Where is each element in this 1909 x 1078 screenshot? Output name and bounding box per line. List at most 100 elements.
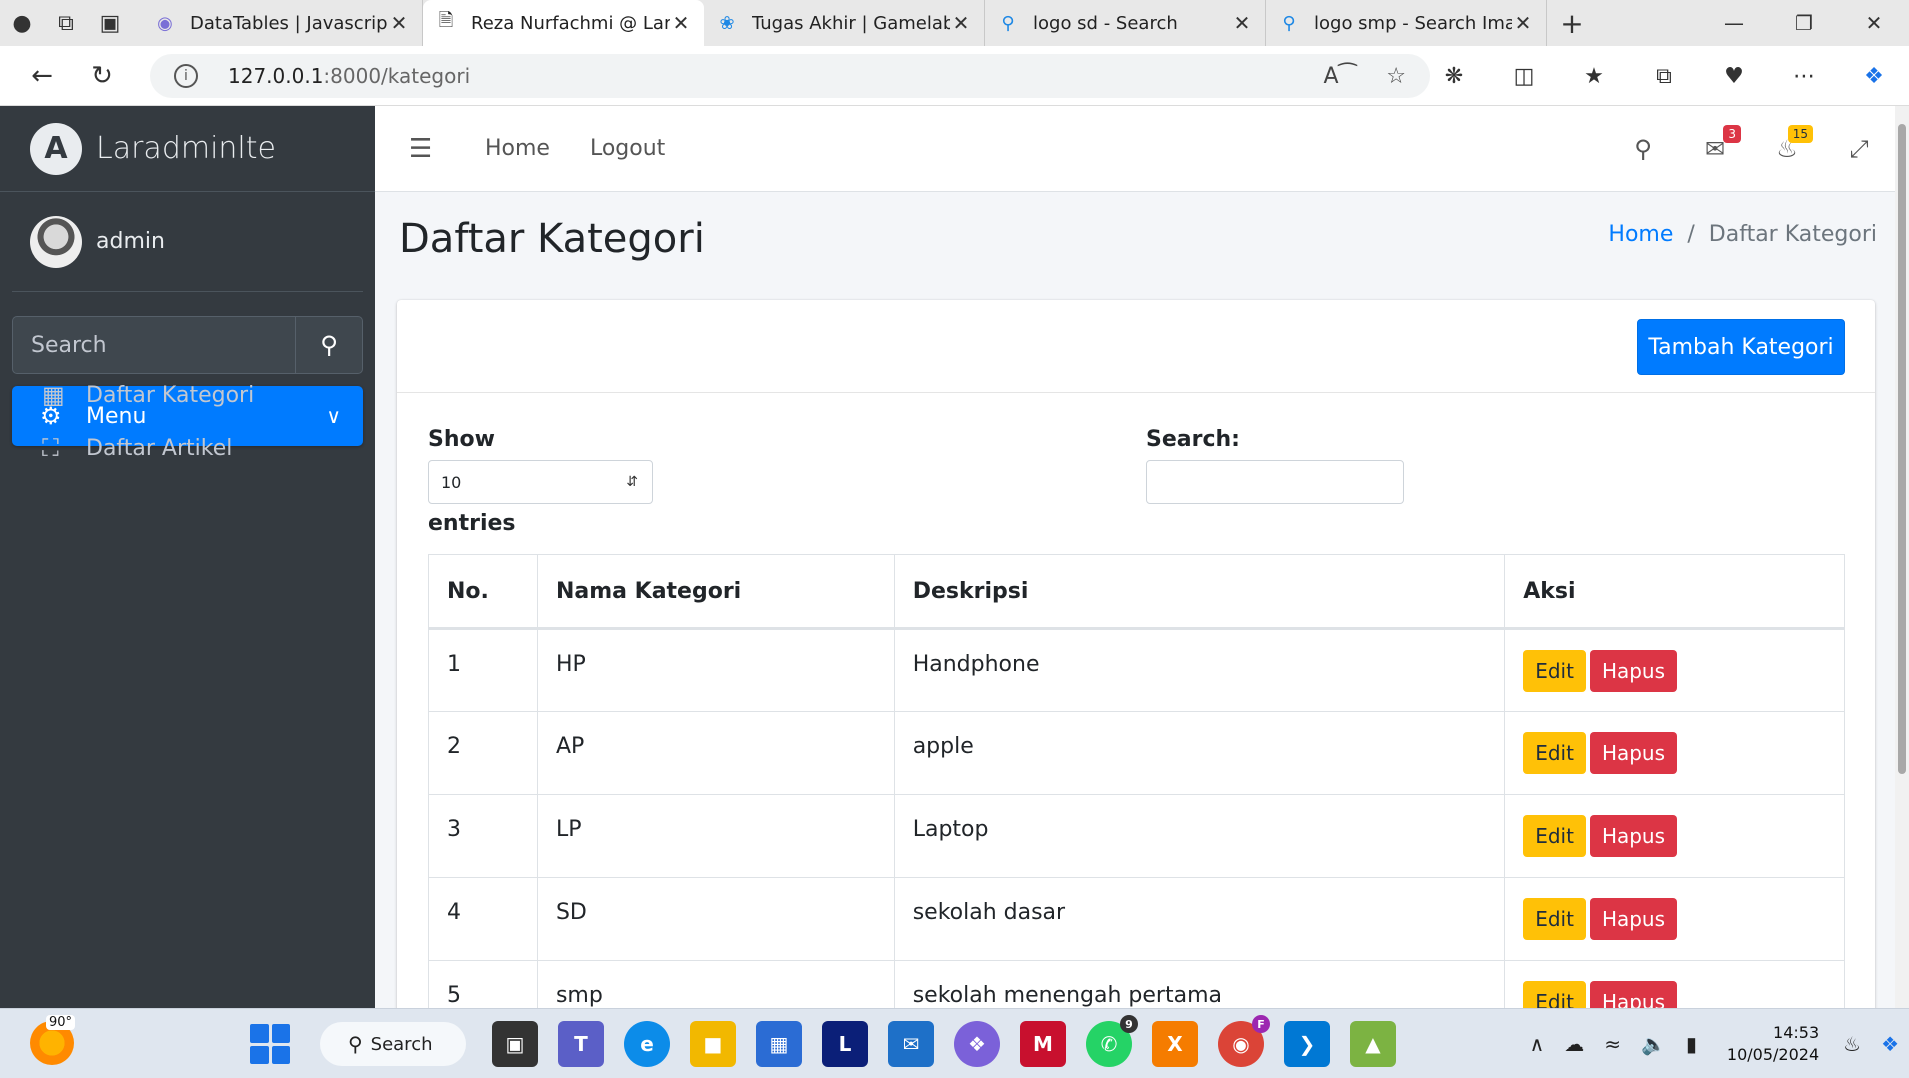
entries-length-select[interactable]: 10 ⇵ [428,460,653,504]
messages-icon[interactable]: ✉ 3 [1679,125,1751,163]
browser-tab[interactable]: ⚲ logo sd - Search ✕ [985,0,1266,46]
hamburger-menu-icon[interactable]: ☰ [375,134,445,164]
workspaces-icon[interactable]: ⧉ [44,0,88,46]
sidebar-item-daftar-artikel[interactable]: ⛶ Daftar Artikel [12,420,363,476]
column-header-deskripsi[interactable]: Deskripsi [893,554,1506,630]
browser-tab[interactable]: ❀ Tugas Akhir | Gamelab. ✕ [704,0,985,46]
edit-button[interactable]: Edit [1523,732,1586,774]
split-screen-icon[interactable]: ◫ [1489,64,1559,89]
hapus-button[interactable]: Hapus [1589,649,1678,692]
column-header-aksi[interactable]: Aksi [1504,554,1845,630]
clock[interactable]: 14:53 10/05/2024 [1727,1022,1819,1066]
extensions-icon[interactable]: ❋ [1419,64,1489,89]
search-icon[interactable]: ⚲ [295,316,363,374]
cell-no: 2 [428,711,538,795]
kategori-table: No. Nama Kategori Deskripsi Aksi 1 HP Ha… [428,554,1845,1020]
microsoft-store-icon[interactable]: ▦ [756,1021,802,1067]
browser-tab[interactable]: ◉ DataTables | Javascript t ✕ [142,0,423,46]
card-header: Tambah Kategori [397,300,1875,393]
settings-more-icon[interactable]: ⋯ [1769,64,1839,89]
new-tab-icon[interactable]: + [1547,0,1597,46]
edit-button[interactable]: Edit [1523,815,1586,857]
read-aloud-icon[interactable]: A⁀ [1324,64,1357,89]
whatsapp-icon[interactable]: ✆ 9 [1086,1015,1138,1067]
reload-icon[interactable]: ↻ [72,46,132,106]
browser-tab[interactable]: ⚲ logo smp - Search Imag ✕ [1266,0,1547,46]
site-info-icon[interactable]: i [174,64,198,88]
launcher-l-icon[interactable]: L [822,1021,868,1067]
wifi-icon[interactable]: ≈ [1604,1032,1621,1056]
search-icon[interactable]: ⚲ [1607,135,1679,163]
edit-button[interactable]: Edit [1523,898,1586,940]
browser-tab-active[interactable]: 🗎 Reza Nurfachmi @ Lara ✕ [423,0,704,46]
close-icon[interactable]: ✕ [1231,11,1253,35]
windows-start-icon[interactable] [250,1024,290,1064]
back-icon[interactable]: ← [12,46,72,106]
close-icon[interactable]: ✕ [1512,11,1534,35]
breadcrumb-home[interactable]: Home [1608,222,1673,247]
brand-link[interactable]: A Laradminlte [0,106,375,192]
content-header: Daftar Kategori Home / Daftar Kategori [375,192,1895,300]
close-icon[interactable]: ✕ [388,11,410,35]
taskbar-search-label: Search [370,1033,433,1055]
nav-link-logout[interactable]: Logout [590,136,665,161]
close-window-icon[interactable]: ✕ [1839,0,1909,46]
chevron-up-icon[interactable]: ∧ [1530,1032,1545,1056]
tab-title: Reza Nurfachmi @ Lara [471,12,670,34]
window-controls: — ❐ ✕ [1699,0,1909,46]
search-icon: ⚲ [348,1032,363,1056]
favorite-star-icon[interactable]: ☆ [1386,64,1406,89]
column-header-no[interactable]: No. [428,554,538,630]
edge-icon[interactable]: e [624,1021,670,1067]
edit-button[interactable]: Edit [1523,649,1586,692]
url-field[interactable]: i 127.0.0.1:8000/kategori A⁀ ☆ [150,54,1430,98]
taskbar-apps: ⚲ Search ▣ T e ■ ▦ L ✉ ❖ M ✆ 9 X ◉ F ❯ ▲ [248,1015,1406,1069]
browser-essentials-icon[interactable]: ♥ [1699,64,1769,89]
sidebar-search-input[interactable]: Search [12,316,295,374]
tambah-kategori-button[interactable]: Tambah Kategori [1637,319,1845,375]
notifications-badge: 15 [1787,125,1813,143]
tab-actions-icon[interactable]: ▣ [88,0,132,46]
taskbar-search[interactable]: ⚲ Search [320,1022,466,1066]
close-icon[interactable]: ✕ [670,11,692,35]
volume-icon[interactable]: 🔈 [1641,1032,1666,1056]
battery-icon[interactable]: ▮ [1686,1032,1697,1056]
profile-icon[interactable]: ● [0,0,44,46]
notifications-bell-icon[interactable]: ♨ 15 [1751,125,1823,163]
copilot-app-icon[interactable]: ❖ [954,1021,1000,1067]
scrollbar-thumb[interactable] [1898,124,1906,774]
cell-nama: HP [536,628,895,712]
task-view-icon[interactable]: ▣ [492,1021,538,1067]
restore-icon[interactable]: ❐ [1769,0,1839,46]
collections-icon[interactable]: ⧉ [1629,64,1699,89]
onedrive-cloud-icon[interactable]: ☁ [1564,1032,1584,1056]
nav-link-home[interactable]: Home [485,136,550,161]
xampp-icon[interactable]: X [1152,1021,1198,1067]
teams-icon[interactable]: T [558,1021,604,1067]
cell-nama: LP [536,794,895,878]
minimize-icon[interactable]: — [1699,0,1769,46]
copilot-icon[interactable]: ❖ [1839,64,1909,89]
user-name[interactable]: admin [96,229,165,254]
hapus-button[interactable]: Hapus [1589,898,1678,940]
cell-aksi: Edit Hapus [1504,711,1845,795]
table-search-input[interactable] [1146,460,1404,504]
sidebar-item-daftar-kategori[interactable]: ▦ Daftar Kategori [12,367,363,423]
hapus-button[interactable]: Hapus [1589,732,1678,774]
mail-icon[interactable]: ✉ [888,1021,934,1067]
entries-label: entries [428,511,516,536]
column-header-nama-kategori[interactable]: Nama Kategori [536,554,895,630]
widgets-icon[interactable]: ❖ [1881,1032,1899,1056]
favorites-icon[interactable]: ★ [1559,64,1629,89]
close-icon[interactable]: ✕ [950,11,972,35]
notification-bell-icon[interactable]: ♨ [1843,1032,1861,1056]
chrome-icon[interactable]: ◉ F [1218,1015,1270,1067]
vscode-icon[interactable]: ❯ [1284,1021,1330,1067]
file-explorer-icon[interactable]: ■ [690,1021,736,1067]
hapus-button[interactable]: Hapus [1589,815,1678,857]
photo-app-icon[interactable]: ▲ [1350,1021,1396,1067]
page-icon: 🗎 [438,10,454,31]
mcafee-icon[interactable]: M [1020,1021,1066,1067]
fullscreen-icon[interactable]: ⤢ [1823,135,1895,163]
page-scrollbar[interactable] [1895,106,1909,1008]
